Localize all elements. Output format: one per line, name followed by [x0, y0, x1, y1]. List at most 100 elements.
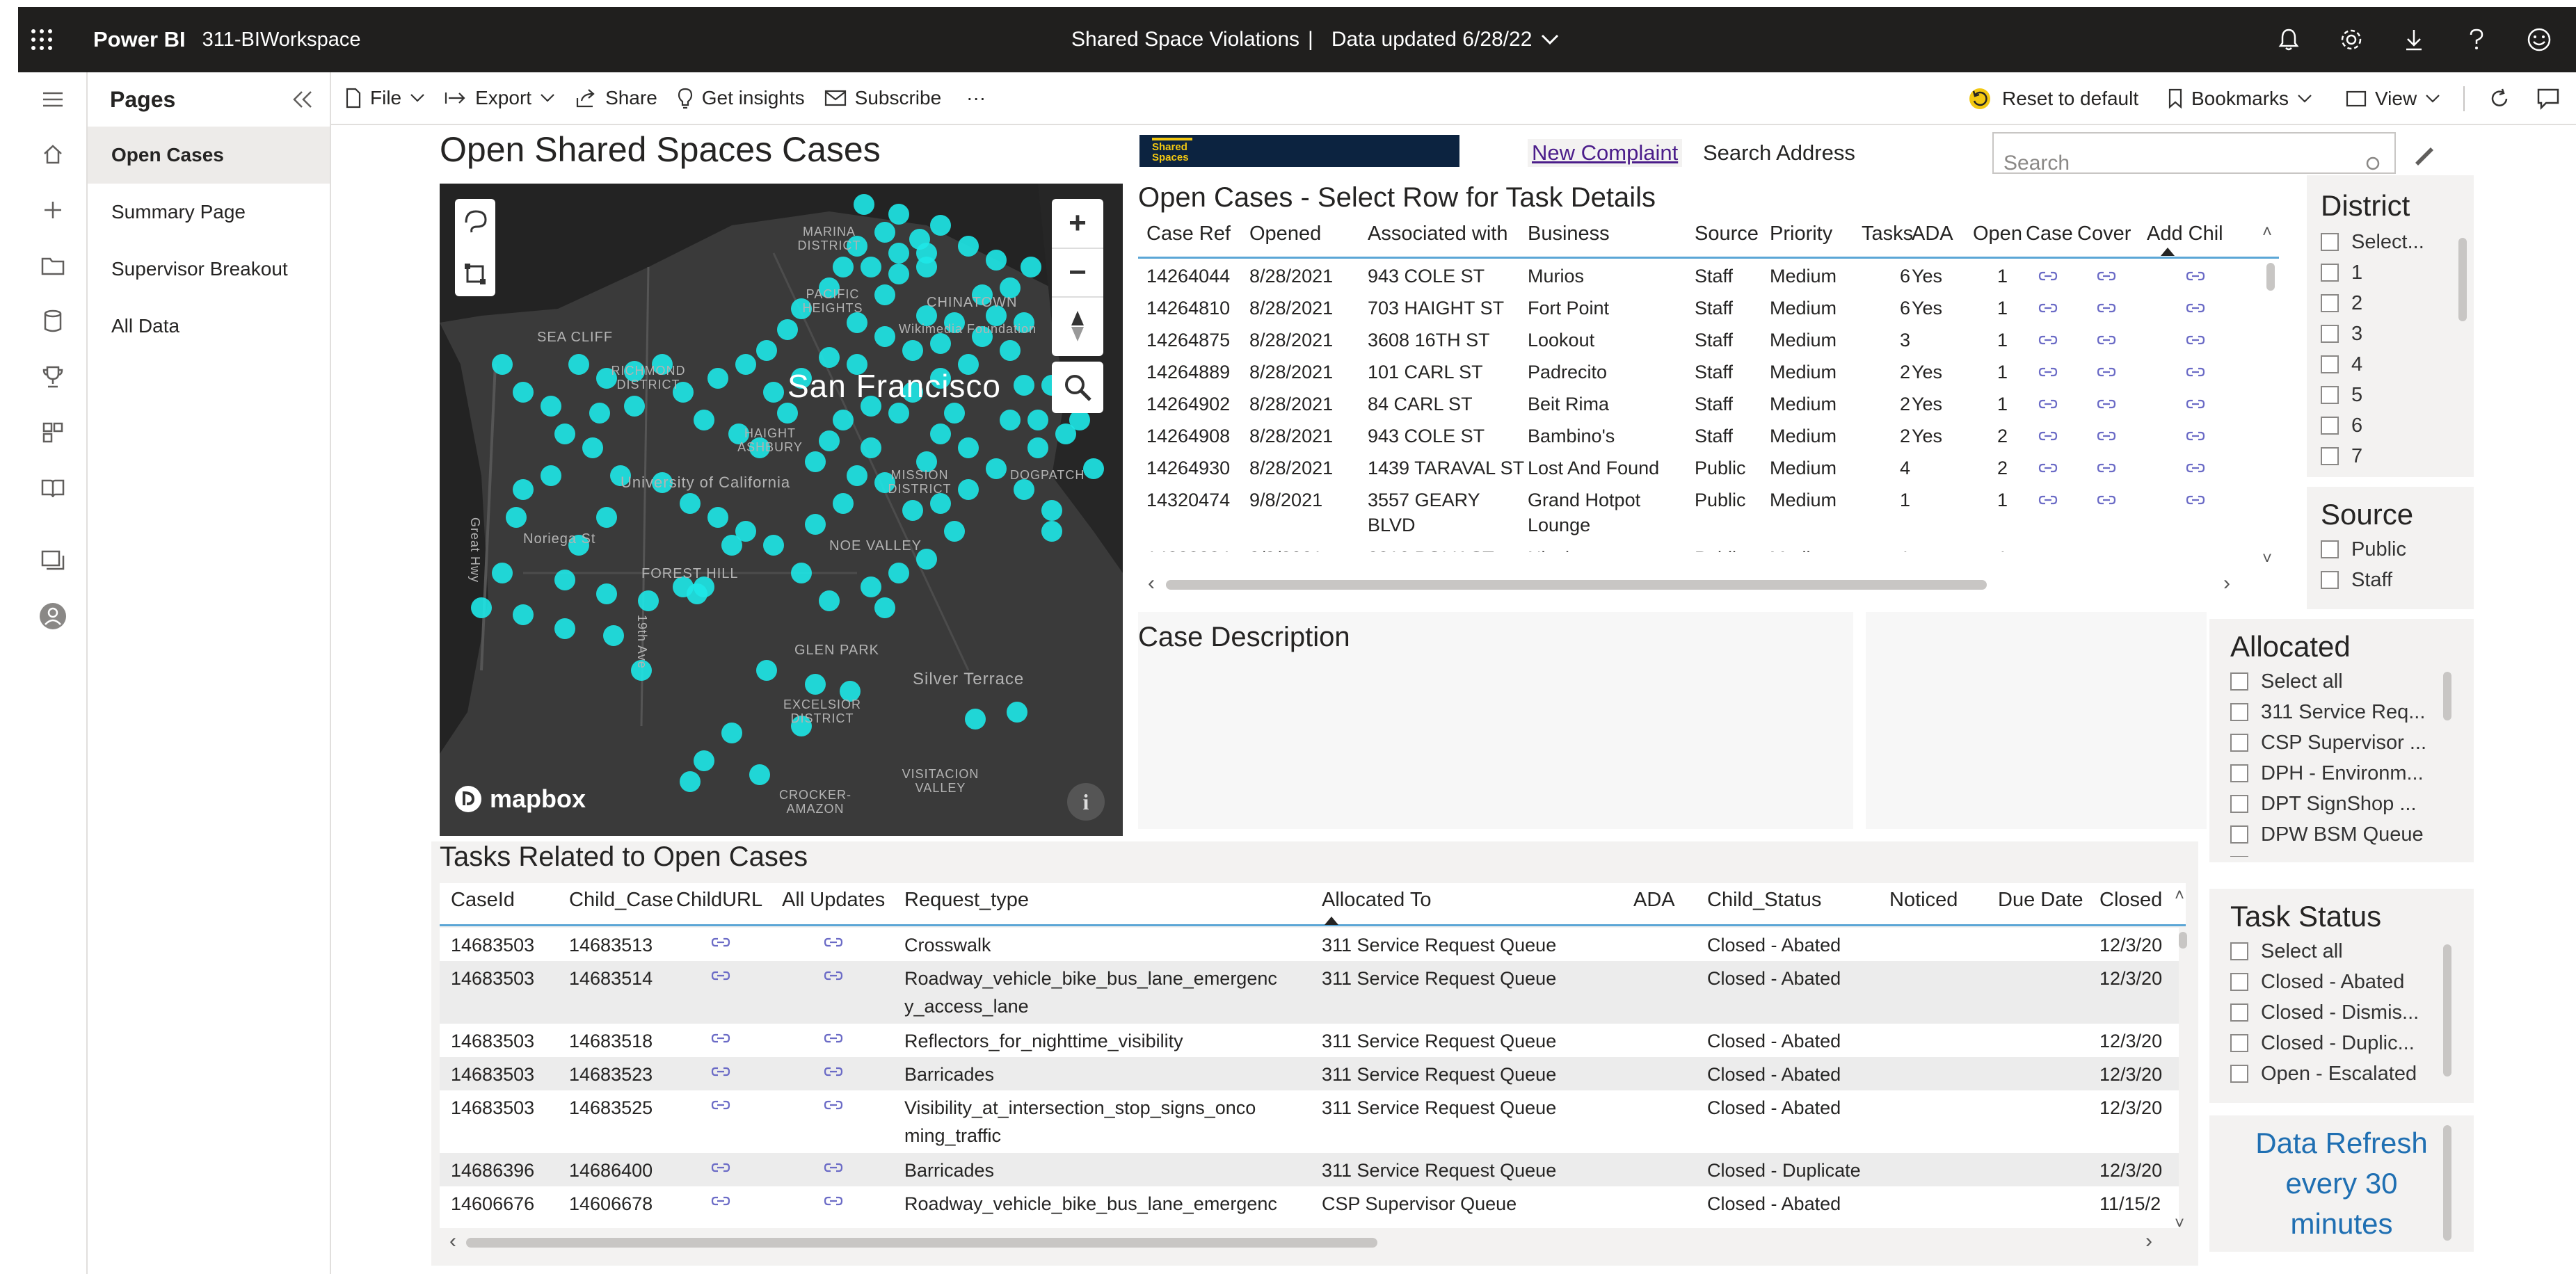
- checkbox[interactable]: [2321, 325, 2339, 343]
- case-location-point[interactable]: [541, 396, 561, 417]
- allocated-option[interactable]: CSP Supervisor ...: [2230, 727, 2453, 758]
- case-location-point[interactable]: [916, 243, 937, 264]
- apps-icon[interactable]: [18, 405, 88, 460]
- checkbox[interactable]: [2230, 973, 2248, 991]
- checkbox[interactable]: [2321, 355, 2339, 373]
- case-location-point[interactable]: [854, 194, 874, 215]
- case-location-point[interactable]: [1083, 458, 1104, 479]
- case-link-icon[interactable]: [2038, 426, 2058, 447]
- open-cases-row[interactable]: 14264930 8/28/2021 1439 TARAVAL ST Lost And…: [1138, 452, 2271, 484]
- add-child-link-icon[interactable]: [2186, 548, 2205, 552]
- tasks-scrollbar-v[interactable]: [2179, 932, 2187, 949]
- case-location-point[interactable]: [958, 236, 979, 257]
- case-location-point[interactable]: [1021, 257, 1041, 277]
- all-updates-link-icon[interactable]: [824, 965, 843, 987]
- browse-folder-icon[interactable]: [18, 238, 88, 293]
- add-child-link-icon[interactable]: [2186, 490, 2205, 511]
- case-location-point[interactable]: [506, 507, 527, 528]
- app-name[interactable]: Power BI: [93, 27, 186, 52]
- case-location-point[interactable]: [965, 709, 986, 729]
- tasks-scrollbar-h[interactable]: [466, 1238, 1377, 1248]
- child-url-link-icon[interactable]: [711, 932, 730, 953]
- zoom-in-icon[interactable]: +: [1052, 199, 1103, 248]
- case-location-point[interactable]: [833, 493, 854, 514]
- case-location-point[interactable]: [513, 479, 534, 500]
- case-location-point[interactable]: [888, 264, 909, 284]
- checkbox[interactable]: [2321, 571, 2339, 589]
- share-button[interactable]: Share: [575, 72, 657, 124]
- cover-link-icon[interactable]: [2097, 458, 2116, 479]
- case-location-point[interactable]: [888, 243, 909, 264]
- district-option[interactable]: 7: [2321, 441, 2460, 467]
- page-tab-all-data[interactable]: All Data: [88, 298, 330, 355]
- cover-link-icon[interactable]: [2097, 426, 2116, 447]
- case-location-point[interactable]: [638, 590, 659, 611]
- tasks-scroll-left-arrow[interactable]: ‹: [449, 1229, 456, 1253]
- case-location-point[interactable]: [833, 410, 854, 430]
- case-location-point[interactable]: [568, 354, 589, 375]
- checkbox[interactable]: [2230, 942, 2248, 960]
- tasks-col-header[interactable]: Child_Status: [1707, 889, 1821, 912]
- case-location-point[interactable]: [819, 590, 840, 611]
- checkbox[interactable]: [2321, 540, 2339, 558]
- checkbox[interactable]: [2230, 1003, 2248, 1022]
- case-location-point[interactable]: [589, 403, 610, 424]
- checkbox[interactable]: [2321, 386, 2339, 404]
- learn-book-icon[interactable]: [18, 460, 88, 516]
- district-option[interactable]: Select...: [2321, 227, 2460, 257]
- tasks-scroll-up-arrow[interactable]: ˄: [2175, 886, 2184, 905]
- cover-link-icon[interactable]: [2097, 298, 2116, 319]
- open-cases-row[interactable]: 14320474 9/8/2021 3557 GEARY Grand Hotpot Pu…: [1138, 484, 2271, 542]
- case-location-point[interactable]: [603, 625, 624, 646]
- district-scrollbar[interactable]: [2458, 238, 2467, 321]
- checkbox[interactable]: [2321, 264, 2339, 282]
- case-location-point[interactable]: [763, 382, 784, 403]
- checkbox[interactable]: [2230, 703, 2248, 721]
- case-location-point[interactable]: [624, 396, 645, 417]
- scroll-right-arrow[interactable]: ›: [2223, 572, 2230, 595]
- profile-avatar-icon[interactable]: [18, 588, 88, 644]
- open-cases-row[interactable]: 14264908 8/28/2021 943 COLE ST Bambino's Sta…: [1138, 420, 2271, 452]
- case-location-point[interactable]: [833, 257, 854, 277]
- child-url-link-icon[interactable]: [711, 1061, 730, 1083]
- tasks-col-header[interactable]: ADA: [1633, 889, 1675, 912]
- page-tab-supervisor-breakout[interactable]: Supervisor Breakout: [88, 241, 330, 298]
- page-tab-summary-page[interactable]: Summary Page: [88, 184, 330, 241]
- search-address-input[interactable]: Search: [1992, 132, 2396, 174]
- cases-map[interactable]: MARINA DISTRICT PACIFIC HEIGHTS CHINATOWN S…: [440, 184, 1123, 836]
- cover-link-icon[interactable]: [2097, 394, 2116, 415]
- case-location-point[interactable]: [819, 430, 840, 451]
- checkbox[interactable]: [2321, 233, 2339, 251]
- case-location-point[interactable]: [847, 465, 867, 486]
- all-updates-link-icon[interactable]: [824, 1028, 843, 1049]
- open-cases-col-header[interactable]: Add Chil: [2147, 223, 2223, 245]
- case-location-point[interactable]: [694, 750, 714, 771]
- open-cases-col-header[interactable]: Priority: [1770, 223, 1832, 245]
- case-location-point[interactable]: [1000, 340, 1021, 361]
- allocated-option[interactable]: 311 Service Req...: [2230, 697, 2453, 727]
- open-cases-row[interactable]: 14264044 8/28/2021 943 COLE ST Murios Staff M…: [1138, 260, 2271, 292]
- case-link-icon[interactable]: [2038, 458, 2058, 479]
- cover-link-icon[interactable]: [2097, 362, 2116, 383]
- workspaces-icon[interactable]: [18, 533, 88, 588]
- case-link-icon[interactable]: [2038, 394, 2058, 415]
- child-url-link-icon[interactable]: [711, 1191, 730, 1212]
- case-location-point[interactable]: [1027, 437, 1048, 458]
- case-location-point[interactable]: [1007, 702, 1027, 723]
- checkbox[interactable]: [2321, 447, 2339, 465]
- open-cases-row[interactable]: 14264875 8/28/2021 3608 16TH ST Lookout Staf…: [1138, 324, 2271, 356]
- case-location-point[interactable]: [861, 576, 881, 597]
- case-location-point[interactable]: [930, 424, 951, 444]
- case-location-point[interactable]: [902, 500, 923, 521]
- chevron-down-icon[interactable]: [1540, 33, 1560, 47]
- allocated-option[interactable]: DPW BSM Queue: [2230, 819, 2453, 850]
- scroll-up-arrow[interactable]: ˄: [2262, 223, 2272, 242]
- case-link-icon[interactable]: [2038, 266, 2058, 287]
- checkbox[interactable]: [2321, 417, 2339, 435]
- tasks-col-header[interactable]: Allocated To: [1322, 889, 1431, 912]
- checkbox[interactable]: [2230, 825, 2248, 844]
- case-location-point[interactable]: [492, 563, 513, 583]
- child-url-link-icon[interactable]: [711, 1157, 730, 1179]
- case-location-point[interactable]: [930, 215, 951, 236]
- open-cases-row[interactable]: 14264902 8/28/2021 84 CARL ST Beit Rima Staf…: [1138, 388, 2271, 420]
